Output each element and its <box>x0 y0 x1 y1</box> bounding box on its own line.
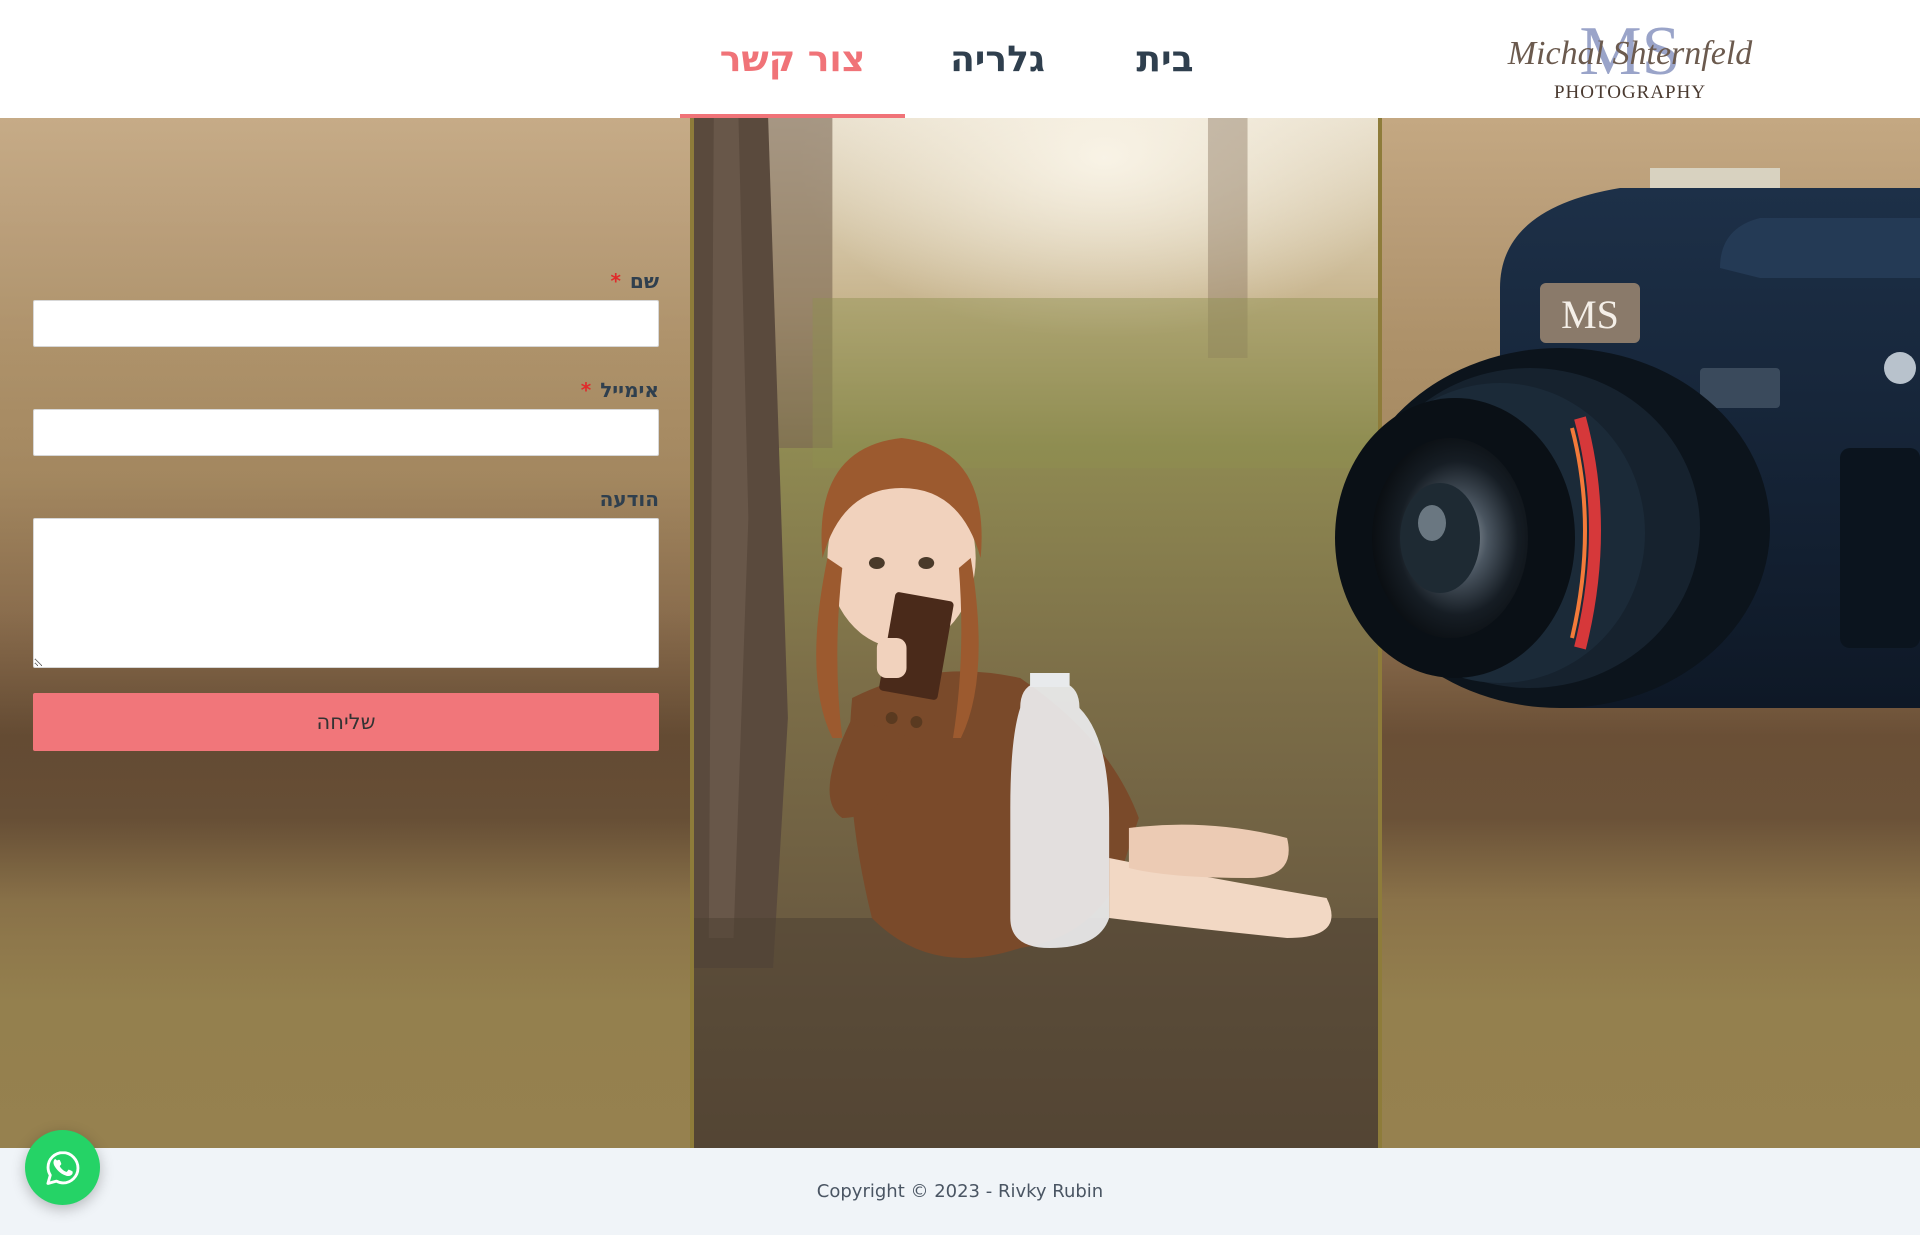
email-required-mark: * <box>580 378 592 402</box>
email-label-text: אימייל <box>600 378 659 402</box>
copyright-text: Copyright © 2023 - Rivky Rubin <box>816 1181 1104 1202</box>
name-required-mark: * <box>610 269 621 293</box>
hero-section: MS שם * אימייל * הודעה שליחה <box>0 118 1920 1148</box>
site-footer: Copyright © 2023 - Rivky Rubin <box>0 1148 1920 1235</box>
camera-illustration: MS <box>1200 148 1920 708</box>
whatsapp-icon <box>45 1150 79 1185</box>
contact-form: שם * אימייל * הודעה שליחה <box>33 268 659 751</box>
nav-contact[interactable]: צור קשר <box>680 0 905 118</box>
message-textarea[interactable] <box>33 518 659 668</box>
submit-label: שליחה <box>316 710 376 734</box>
nav-gallery-label: גלריה <box>950 38 1045 80</box>
message-label-text: הודעה <box>599 487 659 511</box>
name-label-text: שם <box>629 269 659 293</box>
name-input[interactable] <box>33 300 659 347</box>
logo-subtitle: PHOTOGRAPHY <box>1554 82 1706 103</box>
brand-logo[interactable]: MS Michal Shternfeld PHOTOGRAPHY <box>1500 14 1760 106</box>
name-label: שם * <box>33 268 659 294</box>
message-label: הודעה <box>33 486 659 512</box>
email-input[interactable] <box>33 409 659 456</box>
nav-home-label: בית <box>1136 38 1194 80</box>
nav-gallery[interactable]: גלריה <box>940 0 1055 118</box>
camera-graphic: MS <box>1335 168 1920 708</box>
whatsapp-button[interactable] <box>25 1130 100 1205</box>
nav-home[interactable]: בית <box>1115 0 1215 118</box>
site-header: MS Michal Shternfeld PHOTOGRAPHY בית גלר… <box>0 0 1920 118</box>
submit-button[interactable]: שליחה <box>33 693 659 751</box>
logo-script: Michal Shternfeld <box>1507 35 1754 72</box>
nav-contact-label: צור קשר <box>719 38 866 80</box>
email-label: אימייל * <box>33 377 659 403</box>
camera-badge: MS <box>1561 292 1619 337</box>
logo-mark: MS Michal Shternfeld PHOTOGRAPHY <box>1507 14 1754 103</box>
